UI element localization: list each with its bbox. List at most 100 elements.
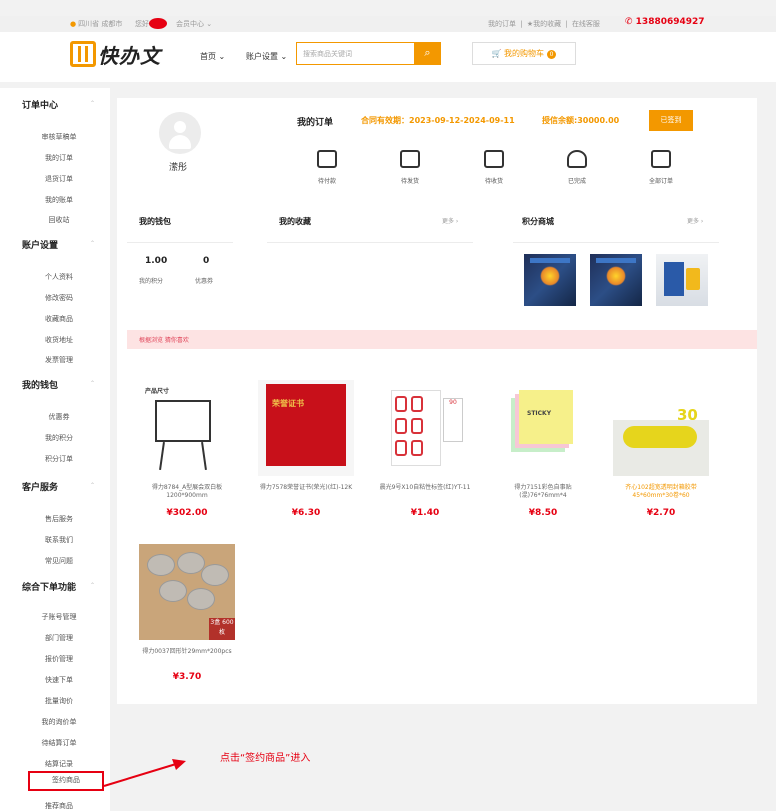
product-name[interactable]: 得力8784_A型展会双白板1200*900mm (138, 484, 236, 502)
sidebar-item-recommended[interactable]: 推荐商品 (0, 801, 118, 811)
truck-icon (484, 150, 504, 168)
sidebar-item-my-points[interactable]: 我的积分 (0, 433, 118, 443)
sidebar-item-my-orders[interactable]: 我的订单 (0, 153, 118, 163)
chevron-up-icon[interactable]: ⌃ (90, 240, 95, 247)
sidebar-item-pending-settlement[interactable]: 待结算订单 (0, 738, 118, 748)
order-status-all[interactable]: 全部订单 (631, 150, 691, 185)
image-detail (519, 390, 573, 444)
points-product-image[interactable] (524, 254, 576, 306)
sidebar-item-faq[interactable]: 常见问题 (0, 556, 118, 566)
order-status-completed[interactable]: 已完成 (547, 150, 607, 185)
product-card[interactable]: 3盒 600枚 得力0037回形针29mm*200pcs ¥3.70 (138, 544, 236, 682)
points-product-image[interactable] (590, 254, 642, 306)
points-mall-more-link[interactable]: 更多 › (687, 216, 703, 225)
coupons-label[interactable]: 优惠券 (195, 276, 213, 285)
product-image[interactable]: 产品尺寸 (139, 380, 235, 476)
favorites-more-link[interactable]: 更多 › (442, 216, 458, 225)
product-name[interactable]: 得力7151彩色自事贴(混)76*76mm*4 (494, 484, 592, 502)
location[interactable]: ● 四川省 成都市 (70, 19, 122, 29)
order-status-pending-shipment[interactable]: 待发货 (380, 150, 440, 185)
product-card[interactable]: 90 晨光9号X10自粘性标签(红)YT-11 ¥1.40 (376, 380, 474, 518)
sidebar-item-coupons[interactable]: 优惠券 (0, 412, 118, 422)
image-detail (201, 441, 207, 471)
order-status-pending-receipt[interactable]: 待收货 (464, 150, 524, 185)
credit-balance: 授信余额:30000.00 (542, 116, 620, 125)
points-label[interactable]: 我的积分 (139, 276, 163, 285)
product-image[interactable]: 30 (613, 380, 709, 476)
sidebar-section-title[interactable]: 客户服务 (22, 480, 58, 493)
points-product-image[interactable] (656, 254, 708, 306)
product-image[interactable]: 3盒 600枚 (139, 544, 235, 640)
sidebar-item-departments[interactable]: 部门管理 (0, 633, 118, 643)
sidebar-section-title[interactable]: 我的钱包 (22, 378, 58, 391)
image-detail (411, 440, 423, 456)
sidebar-item-favorite-products[interactable]: 收藏商品 (0, 314, 118, 324)
divider (127, 242, 233, 243)
wallet-icon (317, 150, 337, 168)
product-card[interactable]: 荣誉证书 得力7578荣誉证书(荣光)(红)-12K ¥6.30 (257, 380, 355, 518)
product-card[interactable]: 30 齐心102超宽透明封箱胶带45*60mm*30卷*60 ¥2.70 (612, 380, 710, 518)
product-image[interactable]: STICKY (495, 380, 591, 476)
product-card[interactable]: 产品尺寸 得力8784_A型展会双白板1200*900mm ¥302.00 (138, 380, 236, 518)
cart-label: 🛒 我的购物车 (491, 49, 545, 58)
separator: | (565, 20, 568, 28)
my-favorites-link[interactable]: ★我的收藏 (527, 20, 561, 28)
sidebar-item-sub-accounts[interactable]: 子账号管理 (0, 612, 118, 622)
image-detail (411, 418, 423, 434)
product-image[interactable]: 荣誉证书 (258, 380, 354, 476)
sidebar-section-title[interactable]: 订单中心 (22, 98, 58, 111)
product-name[interactable]: 得力7578荣誉证书(荣光)(红)-12K (257, 484, 355, 502)
sidebar-item-addresses[interactable]: 收货地址 (0, 335, 118, 345)
sidebar-item-my-bills[interactable]: 我的账单 (0, 195, 118, 205)
chevron-up-icon[interactable]: ⌃ (90, 100, 95, 107)
check-in-button[interactable]: 已签到 (649, 110, 693, 131)
image-caption: 90 (443, 398, 463, 442)
chevron-up-icon[interactable]: ⌃ (90, 582, 95, 589)
image-detail (159, 441, 165, 471)
sidebar-item-draft-review[interactable]: 审核草稿单 (0, 132, 118, 142)
sidebar-item-contract-products[interactable]: 签约商品 (28, 775, 104, 785)
sidebar-item-change-password[interactable]: 修改密码 (0, 293, 118, 303)
sidebar-item-recycle-bin[interactable]: 回收站 (0, 215, 118, 225)
sidebar-item-invoices[interactable]: 发票管理 (0, 355, 118, 365)
logo[interactable]: 快办文 (70, 40, 161, 68)
sidebar-item-after-sales[interactable]: 售后服务 (0, 514, 118, 524)
product-name[interactable]: 齐心102超宽透明封箱胶带45*60mm*30卷*60 (612, 484, 710, 502)
sidebar: 订单中心 ⌃ 审核草稿单 我的订单 退货订单 我的账单 回收站 账户设置 ⌃ 个… (0, 88, 110, 811)
annotation-instruction: 点击“签约商品”进入 (220, 753, 311, 764)
product-image[interactable]: 90 (377, 380, 473, 476)
sidebar-item-contact-us[interactable]: 联系我们 (0, 535, 118, 545)
image-detail (187, 588, 215, 610)
order-status-pending-payment[interactable]: 待付款 (297, 150, 357, 185)
product-name[interactable]: 得力0037回形针29mm*200pcs (138, 648, 236, 666)
sidebar-item-return-orders[interactable]: 退货订单 (0, 174, 118, 184)
hotline-phone: ✆ 13880694927 (625, 17, 705, 27)
avatar[interactable] (159, 112, 201, 154)
cart-button[interactable]: 🛒 我的购物车 0 (472, 42, 576, 65)
sidebar-item-bulk-inquiry[interactable]: 批量询价 (0, 696, 118, 706)
image-detail (664, 262, 684, 296)
annotation-arrow-icon (103, 759, 186, 787)
chevron-up-icon[interactable]: ⌃ (90, 380, 95, 387)
location-pin-icon: ● (70, 20, 77, 28)
chevron-up-icon[interactable]: ⌃ (90, 482, 95, 489)
main-panel: 潆彤 我的订单 合同有效期：2023-09-12-2024-09-11 授信余额… (117, 98, 757, 704)
search-input[interactable]: 搜索商品关键词 (303, 49, 352, 59)
product-name[interactable]: 晨光9号X10自粘性标签(红)YT-11 (376, 484, 474, 502)
nav-home[interactable]: 首页 ⌄ (200, 51, 225, 62)
separator: | (520, 20, 523, 28)
sidebar-section-title[interactable]: 账户设置 (22, 238, 58, 251)
member-center-link[interactable]: 会员中心 ⌄ (176, 19, 212, 29)
online-consult-link[interactable]: 在线客服 (572, 20, 600, 28)
search-button[interactable]: ⌕ (414, 42, 441, 65)
sidebar-section-title[interactable]: 综合下单功能 (22, 580, 76, 593)
sidebar-item-quick-order[interactable]: 快速下单 (0, 675, 118, 685)
sidebar-item-quotes[interactable]: 报价管理 (0, 654, 118, 664)
my-orders-link[interactable]: 我的订单 (488, 20, 516, 28)
greeting: 您好 (135, 20, 149, 28)
sidebar-item-profile[interactable]: 个人资料 (0, 272, 118, 282)
product-card[interactable]: STICKY 得力7151彩色自事贴(混)76*76mm*4 ¥8.50 (494, 380, 592, 518)
sidebar-item-my-inquiries[interactable]: 我的询价单 (0, 717, 118, 727)
nav-account-settings[interactable]: 账户设置 ⌄ (246, 51, 287, 62)
sidebar-item-points-orders[interactable]: 积分订单 (0, 454, 118, 464)
